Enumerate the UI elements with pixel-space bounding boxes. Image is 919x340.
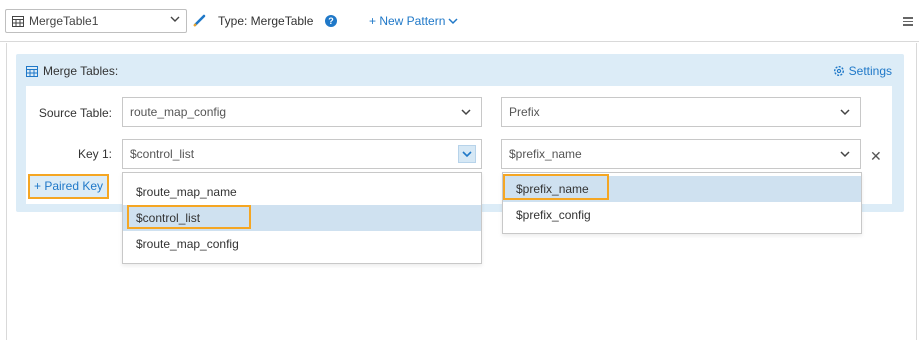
source-table-select[interactable]: route_map_config — [122, 97, 482, 127]
chevron-down-icon — [462, 151, 472, 158]
key1-dropdown-toggle[interactable] — [458, 145, 476, 163]
key1-select[interactable]: $control_list — [122, 139, 482, 169]
source-table-value: route_map_config — [130, 105, 227, 119]
panel-title: Merge Tables: — [26, 64, 118, 78]
table-icon — [12, 15, 24, 27]
dropdown-option[interactable]: $route_map_config — [123, 231, 481, 257]
new-pattern-button[interactable]: + New Pattern — [369, 14, 458, 28]
dropdown-option[interactable]: $route_map_name — [123, 179, 481, 205]
chevron-down-icon — [170, 16, 180, 22]
prefix-select-value: Prefix — [509, 105, 540, 119]
prefix-select[interactable]: Prefix — [501, 97, 861, 127]
help-icon[interactable]: ? — [325, 15, 337, 27]
key1-value: $control_list — [130, 147, 195, 161]
table-select-value: MergeTable1 — [29, 14, 99, 28]
remove-key-icon[interactable]: ✕ — [870, 148, 882, 165]
key1-right-select[interactable]: $prefix_name — [501, 139, 861, 169]
gear-icon — [833, 65, 844, 77]
callout-highlight — [127, 205, 251, 229]
type-label: Type: MergeTable — [218, 14, 314, 28]
toolbar: MergeTable1 Type: MergeTable ? + New Pat… — [0, 0, 919, 42]
table-select[interactable]: MergeTable1 — [5, 9, 187, 33]
key1-right-value: $prefix_name — [509, 147, 582, 161]
menu-icon[interactable] — [903, 17, 913, 28]
callout-highlight — [503, 174, 609, 200]
chevron-down-icon — [461, 109, 471, 116]
chevron-down-icon — [840, 151, 850, 158]
table-icon — [26, 65, 38, 77]
chevron-down-icon — [840, 109, 850, 116]
pencil-icon[interactable] — [193, 13, 207, 27]
new-pattern-label: + New Pattern — [369, 14, 446, 28]
settings-button[interactable]: Settings — [833, 64, 892, 78]
panel-title-text: Merge Tables: — [43, 64, 119, 78]
settings-label: Settings — [848, 64, 892, 78]
add-paired-key-button[interactable]: + Paired Key — [28, 174, 109, 199]
dropdown-option[interactable]: $prefix_config — [503, 202, 861, 228]
chevron-down-icon — [448, 17, 458, 24]
source-table-label: Source Table: — [38, 106, 112, 120]
key1-label: Key 1: — [77, 147, 112, 161]
